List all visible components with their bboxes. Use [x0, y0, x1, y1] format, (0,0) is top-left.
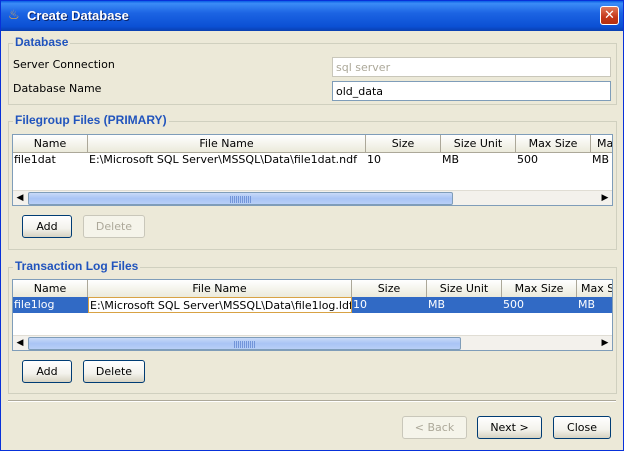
filegroup-table-header: Name File Name Size Size Unit Max Size M… [13, 135, 612, 153]
cell-name[interactable]: file1dat [13, 152, 88, 168]
java-coffee-icon: ♨ [8, 8, 20, 23]
back-button[interactable]: < Back [402, 416, 467, 439]
close-window-button[interactable]: ✕ [600, 6, 619, 25]
log-horizontal-scrollbar[interactable]: ◀ ▶ [13, 335, 612, 350]
cell-max-size-unit[interactable]: MB [577, 297, 612, 313]
database-name-field[interactable]: old_data [332, 81, 611, 101]
table-row[interactable]: file1dat E:\Microsoft SQL Server\MSSQL\D… [13, 152, 612, 168]
column-header-max-size[interactable]: Max Size [502, 280, 577, 298]
cell-max-size-unit[interactable]: MB [591, 152, 612, 168]
scroll-left-icon[interactable]: ◀ [13, 336, 27, 350]
column-header-file-name[interactable]: File Name [88, 135, 366, 153]
filegroup-delete-button[interactable]: Delete [83, 215, 145, 238]
close-icon: ✕ [604, 8, 615, 23]
scroll-right-icon[interactable]: ▶ [598, 191, 612, 205]
column-header-size-unit[interactable]: Size Unit [441, 135, 516, 153]
cell-size[interactable]: 10 [352, 297, 427, 313]
column-header-max-size-unit[interactable]: Max Si [577, 280, 612, 298]
database-section-title: Database [13, 35, 71, 49]
server-connection-field: sql server [332, 57, 611, 77]
server-connection-label: Server Connection [13, 58, 115, 71]
log-table-header: Name File Name Size Size Unit Max Size M… [13, 280, 612, 298]
scrollbar-grip-icon [234, 341, 256, 348]
filegroup-add-button[interactable]: Add [22, 215, 72, 238]
footer-separator [8, 400, 616, 402]
cell-size-unit[interactable]: MB [427, 297, 502, 313]
column-header-max-size-unit[interactable]: Max [591, 135, 612, 153]
next-button[interactable]: Next > [477, 416, 542, 439]
window-title: Create Database [27, 8, 129, 23]
cell-file-name[interactable]: E:\Microsoft SQL Server\MSSQL\Data\file1… [88, 152, 366, 168]
close-button[interactable]: Close [553, 416, 611, 439]
cell-size-unit[interactable]: MB [441, 152, 516, 168]
create-database-dialog: ♨ Create Database ✕ Database Server Conn… [0, 0, 624, 451]
cell-size[interactable]: 10 [366, 152, 441, 168]
transaction-log-section-title: Transaction Log Files [13, 259, 141, 273]
table-row-selected[interactable]: file1log E:\Microsoft SQL Server\MSSQL\D… [13, 297, 612, 313]
log-delete-button[interactable]: Delete [83, 360, 145, 383]
cell-max-size[interactable]: 500 [502, 297, 577, 313]
scrollbar-grip-icon [230, 196, 252, 203]
cell-name[interactable]: file1log [13, 297, 88, 313]
cell-file-name-editor[interactable]: E:\Microsoft SQL Server\MSSQL\Data\file1… [88, 297, 352, 313]
column-header-size[interactable]: Size [366, 135, 441, 153]
title-bar[interactable]: ♨ Create Database ✕ [1, 1, 623, 31]
column-header-max-size[interactable]: Max Size [516, 135, 591, 153]
column-header-size[interactable]: Size [352, 280, 427, 298]
filegroup-files-table[interactable]: Name File Name Size Size Unit Max Size M… [12, 134, 613, 206]
filegroup-horizontal-scrollbar[interactable]: ◀ ▶ [13, 190, 612, 205]
column-header-file-name[interactable]: File Name [88, 280, 352, 298]
scrollbar-thumb[interactable] [28, 192, 453, 205]
scroll-right-icon[interactable]: ▶ [598, 336, 612, 350]
cell-max-size[interactable]: 500 [516, 152, 591, 168]
column-header-name[interactable]: Name [13, 280, 88, 298]
scroll-left-icon[interactable]: ◀ [13, 191, 27, 205]
log-add-button[interactable]: Add [22, 360, 72, 383]
column-header-name[interactable]: Name [13, 135, 88, 153]
filegroup-section-title: Filegroup Files (PRIMARY) [13, 113, 169, 127]
scrollbar-thumb[interactable] [28, 337, 461, 350]
transaction-log-files-table[interactable]: Name File Name Size Size Unit Max Size M… [12, 279, 613, 351]
column-header-size-unit[interactable]: Size Unit [427, 280, 502, 298]
database-name-label: Database Name [13, 82, 102, 95]
